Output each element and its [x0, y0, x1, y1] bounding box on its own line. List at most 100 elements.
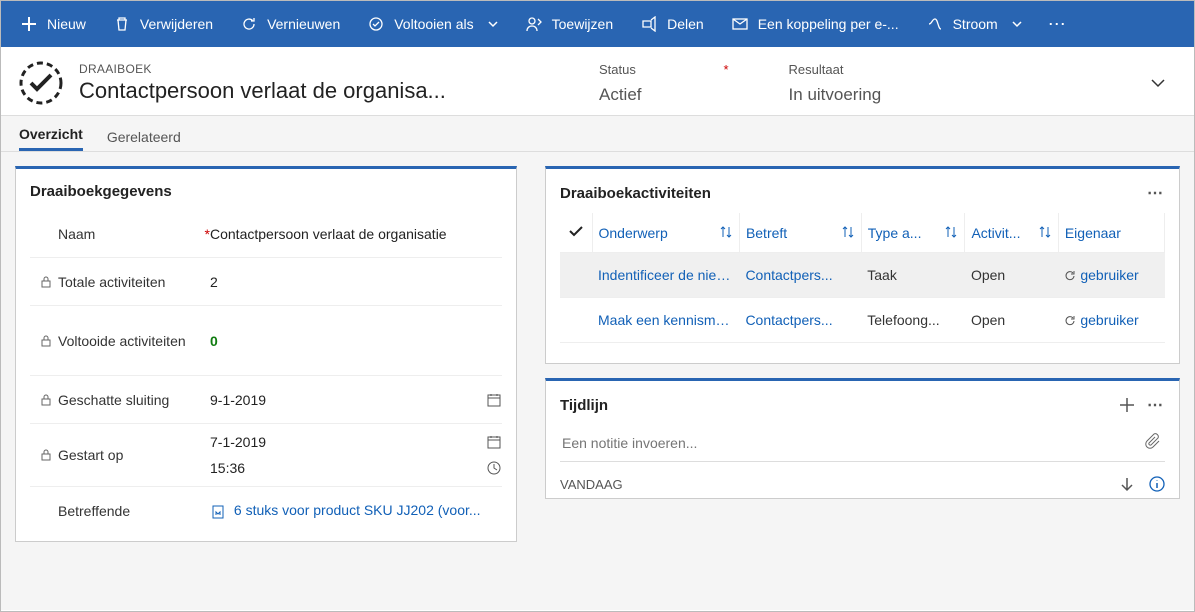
sort-icon	[944, 225, 958, 239]
lock-icon	[40, 394, 52, 406]
table-row[interactable]: Maak een kennismakin... Contactpers... T…	[560, 298, 1165, 343]
new-label: Nieuw	[47, 16, 86, 32]
regarding-value[interactable]: 6 stuks voor product SKU JJ202 (voor...	[234, 502, 481, 518]
plus-icon	[21, 16, 37, 32]
command-bar: Nieuw Verwijderen Vernieuwen Voltooien a…	[1, 1, 1194, 47]
refresh-icon	[241, 16, 257, 32]
lock-icon	[40, 276, 52, 288]
cell-subject[interactable]: Maak een kennismakin...	[592, 298, 739, 343]
activities-more-button[interactable]: ⋯	[1147, 183, 1165, 203]
lock-icon	[40, 335, 52, 347]
add-button[interactable]	[1117, 395, 1137, 415]
flow-button[interactable]: Stroom	[915, 8, 1034, 40]
result-field[interactable]: Resultaat In uitvoering	[789, 62, 882, 105]
estclose-label: Geschatte sluiting	[58, 392, 169, 408]
started-label: Gestart op	[58, 447, 123, 463]
share-button[interactable]: Delen	[629, 8, 716, 40]
cell-subject[interactable]: Indentificeer de nieuwe...	[592, 253, 739, 298]
timeline-title: Tijdlijn	[560, 397, 608, 414]
info-icon[interactable]	[1149, 476, 1165, 492]
sort-icon	[841, 225, 855, 239]
col-owner[interactable]: Eigenaar	[1058, 213, 1164, 253]
cell-type: Telefoong...	[861, 298, 965, 343]
tab-bar: Overzicht Gerelateerd	[1, 116, 1194, 152]
result-label: Resultaat	[789, 62, 882, 77]
col-subject[interactable]: Onderwerp	[592, 213, 739, 253]
completeas-button[interactable]: Voltooien als	[356, 8, 509, 40]
assign-label: Toewijzen	[552, 16, 613, 32]
cell-regarding[interactable]: Contactpers...	[739, 253, 861, 298]
result-value: In uitvoering	[789, 85, 882, 105]
col-status[interactable]: Activit...	[965, 213, 1058, 253]
row-completed: Voltooide activiteiten 0	[30, 306, 502, 376]
timeline-today-label: VANDAAG	[560, 477, 623, 492]
page-title: Contactpersoon verlaat de organisa...	[79, 78, 579, 104]
status-label: Status	[599, 62, 636, 77]
activities-table: Onderwerp Betreft Type a... Activit... E…	[560, 213, 1165, 343]
row-regarding: Betreffende 6 stuks voor product SKU JJ2…	[30, 487, 502, 535]
timeline-panel: Tijdlijn ⋯ VANDAAG	[545, 378, 1180, 499]
person-icon	[526, 16, 542, 32]
status-field[interactable]: Status * Actief	[599, 62, 729, 105]
chevron-down-icon	[1012, 19, 1022, 29]
arrow-down-icon[interactable]	[1119, 476, 1135, 492]
delete-button[interactable]: Verwijderen	[102, 8, 225, 40]
sort-icon	[719, 225, 733, 239]
flow-icon	[927, 16, 943, 32]
total-value: 2	[210, 274, 218, 290]
total-label: Totale activiteiten	[58, 274, 165, 290]
calendar-icon[interactable]	[486, 434, 502, 450]
main-content: Draaiboekgegevens Naam* Contactpersoon v…	[1, 152, 1194, 610]
delete-label: Verwijderen	[140, 16, 213, 32]
check-icon	[568, 223, 584, 239]
row-total: Totale activiteiten 2	[30, 258, 502, 306]
more-commands-button[interactable]: ⋯	[1038, 6, 1078, 43]
sort-icon	[1038, 225, 1052, 239]
cell-owner[interactable]: gebruiker	[1058, 253, 1164, 298]
tab-related[interactable]: Gerelateerd	[107, 121, 181, 151]
row-name: Naam* Contactpersoon verlaat de organisa…	[30, 210, 502, 258]
cell-type: Taak	[861, 253, 965, 298]
cell-regarding[interactable]: Contactpers...	[739, 298, 861, 343]
emaillink-label: Een koppeling per e-...	[758, 16, 899, 32]
required-marker: *	[723, 62, 728, 77]
emaillink-button[interactable]: Een koppeling per e-...	[720, 8, 911, 40]
timeline-more-button[interactable]: ⋯	[1147, 395, 1165, 415]
clock-icon[interactable]	[486, 460, 502, 476]
tab-overview[interactable]: Overzicht	[19, 118, 83, 151]
refresh-icon	[1064, 315, 1076, 327]
calendar-icon[interactable]	[486, 392, 502, 408]
refresh-button[interactable]: Vernieuwen	[229, 8, 352, 40]
playbook-icon	[19, 61, 63, 105]
share-icon	[641, 16, 657, 32]
horizontal-scrollbar[interactable]	[560, 345, 1165, 357]
check-circle-icon	[368, 16, 384, 32]
flow-label: Stroom	[953, 16, 998, 32]
col-regarding[interactable]: Betreft	[739, 213, 861, 253]
activities-panel: Draaiboekactiviteiten ⋯ Onderwerp Betref…	[545, 166, 1180, 364]
refresh-icon	[1064, 270, 1076, 282]
document-icon	[210, 504, 226, 520]
new-button[interactable]: Nieuw	[9, 8, 98, 40]
status-value: Actief	[599, 85, 729, 105]
row-estclose: Geschatte sluiting 9-1-2019	[30, 376, 502, 424]
assign-button[interactable]: Toewijzen	[514, 8, 625, 40]
expand-header-button[interactable]	[1150, 75, 1166, 91]
col-type[interactable]: Type a...	[861, 213, 965, 253]
estclose-value: 9-1-2019	[210, 392, 266, 408]
started-date: 7-1-2019	[210, 434, 266, 450]
note-input[interactable]	[560, 425, 1165, 462]
completeas-label: Voltooien als	[394, 16, 473, 32]
playbook-details-title: Draaiboekgegevens	[30, 183, 502, 200]
lock-icon	[40, 449, 52, 461]
table-row[interactable]: Indentificeer de nieuwe... Contactpers..…	[560, 253, 1165, 298]
name-label: Naam	[58, 226, 95, 242]
record-header: DRAAIBOEK Contactpersoon verlaat de orga…	[1, 47, 1194, 116]
activities-title: Draaiboekactiviteiten	[560, 185, 711, 202]
cell-owner[interactable]: gebruiker	[1058, 298, 1164, 343]
completed-value: 0	[210, 333, 218, 349]
col-select[interactable]	[560, 213, 592, 253]
name-value[interactable]: Contactpersoon verlaat de organisatie	[210, 226, 447, 242]
cell-status: Open	[965, 298, 1058, 343]
attachment-icon[interactable]	[1145, 433, 1161, 449]
